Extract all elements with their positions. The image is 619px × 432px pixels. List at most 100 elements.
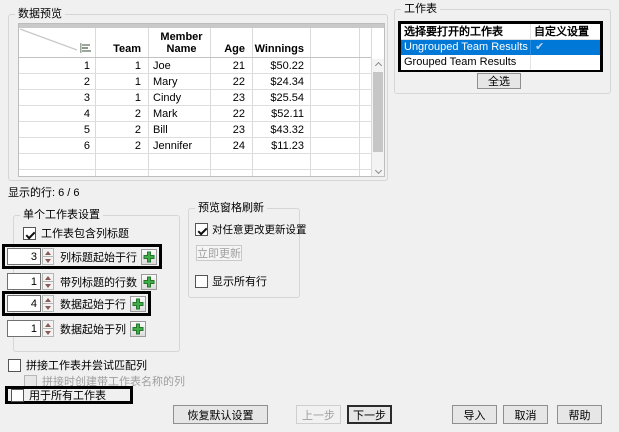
previous-button[interactable]: 上一步 [296,405,341,424]
checkbox-checked-icon[interactable] [195,223,208,236]
headers-start-row-input[interactable]: 3 [7,248,41,265]
worksheet-name: Grouped Team Results [401,55,531,70]
header-row-count-label: 带列标题的行数 [60,276,137,289]
cell-empty [311,58,360,73]
cell-name: Bill [149,122,211,137]
table-empty-row [19,154,384,170]
header-row-count-input[interactable]: 1 [7,273,41,290]
plus-button[interactable] [141,273,157,290]
spinner-down-icon[interactable] [42,282,54,290]
sheet-settings-group-label: 单个工作表设置 [20,209,103,222]
spinner-up-icon[interactable] [42,320,54,329]
header-select-sheets: 选择要打开的工作表 [401,24,531,39]
preview-refresh-group: 预览窗格刷新 对任意更改更新设置 立即更新 显示所有行 [188,202,307,298]
cell-empty [311,106,360,121]
spinner-down-icon[interactable] [42,304,54,312]
data-start-col-spinner[interactable] [42,320,54,337]
concat-sheets-checkbox-row[interactable]: 拼接工作表并尝试匹配列 [8,357,147,373]
cell-age: 22 [211,74,253,89]
col-header-winnings[interactable]: Winnings [253,28,311,57]
all-sheets-checkbox-row[interactable]: 用于所有工作表 [11,387,106,403]
headers-start-row-label: 列标题起始于行 [60,251,137,264]
worksheet-item-ungrouped[interactable]: Ungrouped Team Results ✔ [401,40,600,55]
data-start-row-label: 数据起始于行 [60,298,126,311]
cell-empty [311,138,360,153]
spinner-up-icon[interactable] [42,273,54,282]
show-all-rows-checkbox-row[interactable]: 显示所有行 [195,273,267,289]
spinner-down-icon[interactable] [42,257,54,265]
cell-name: Mary [149,74,211,89]
checkbox-unchecked-icon[interactable] [11,388,24,402]
custom-settings-check-icon: ✔ [535,41,545,53]
table-row[interactable]: 4 2 Mark 22 $52.11 [19,106,384,122]
plus-button[interactable] [130,320,146,337]
table-row[interactable]: 2 1 Mary 22 $24.34 [19,74,384,90]
plus-icon [132,298,144,309]
cell-age: 23 [211,122,253,137]
data-preview-group-label: 数据预览 [15,8,65,21]
plus-icon [143,251,155,262]
scroll-up-icon[interactable] [375,62,382,69]
checkbox-unchecked-icon[interactable] [195,274,208,288]
data-start-col-input[interactable]: 1 [7,320,41,337]
headers-start-row-setting: 3 列标题起始于行 [2,244,162,269]
plus-button[interactable] [130,295,146,312]
row-number: 4 [19,106,96,121]
cell-team: 2 [96,106,149,121]
cell-winnings: $43.32 [253,122,311,137]
table-row[interactable]: 5 2 Bill 23 $43.32 [19,122,384,138]
worksheet-item-grouped[interactable]: Grouped Team Results [401,55,600,70]
checkbox-checked-icon[interactable] [23,226,36,240]
cell-winnings: $11.23 [253,138,311,153]
cell-empty [311,122,360,137]
has-column-headers-label: 工作表包含列标题 [41,228,129,240]
data-start-col-setting: 1 数据起始于列 [2,316,151,341]
import-button[interactable]: 导入 [452,405,497,424]
next-button[interactable]: 下一步 [347,405,392,424]
worksheet-name: Ungrouped Team Results [401,40,531,55]
all-sheets-highlight-box: 用于所有工作表 [5,386,133,404]
col-header-member-name[interactable]: Member Name [149,28,211,57]
cell-age: 22 [211,106,253,121]
cancel-button[interactable]: 取消 [503,405,548,424]
row-number: 6 [19,138,96,153]
checkbox-unchecked-icon[interactable] [8,358,21,372]
update-now-button[interactable]: 立即更新 [196,245,242,261]
cell-empty [311,74,360,89]
worksheet-list-header: 选择要打开的工作表 自定义设置 [401,24,600,40]
restore-defaults-button[interactable]: 恢复默认设置 [173,405,268,424]
col-header-age[interactable]: Age [211,28,253,57]
auto-update-checkbox-row[interactable]: 对任意更改更新设置 [195,222,307,237]
plus-icon [143,276,155,287]
data-preview-table: Team Member Name Age Winnings 1 1 Joe 21… [18,23,385,177]
table-row[interactable]: 1 1 Joe 21 $50.22 [19,58,384,74]
table-header-row: Team Member Name Age Winnings [19,28,384,58]
table-vertical-scrollbar[interactable] [371,28,384,176]
table-row[interactable]: 3 1 Cindy 23 $25.54 [19,90,384,106]
preview-refresh-group-label: 预览窗格刷新 [195,202,267,215]
cell-winnings: $25.54 [253,90,311,105]
col-header-team[interactable]: Team [96,28,149,57]
scrollbar-thumb[interactable] [373,72,383,152]
has-column-headers-checkbox-row[interactable]: 工作表包含列标题 [23,225,129,241]
table-empty-row [19,170,384,176]
table-row[interactable]: 6 2 Jennifer 24 $11.23 [19,138,384,154]
cell-name: Joe [149,58,211,73]
spinner-up-icon[interactable] [42,295,54,304]
header-row-count-spinner[interactable] [42,273,54,290]
headers-start-row-spinner[interactable] [42,248,54,265]
select-all-button[interactable]: 全选 [477,73,521,89]
plus-button[interactable] [141,248,157,265]
worksheets-group-label: 工作表 [401,3,440,16]
help-button[interactable]: 帮助 [557,405,602,424]
plus-icon [132,323,144,334]
scroll-down-icon[interactable] [375,167,382,174]
data-start-row-input[interactable]: 4 [7,295,41,312]
cell-winnings: $52.11 [253,106,311,121]
show-all-rows-label: 显示所有行 [212,276,267,288]
data-start-row-spinner[interactable] [42,295,54,312]
rows-shown-label: 显示的行: 6 / 6 [8,187,80,199]
spinner-up-icon[interactable] [42,248,54,257]
spinner-down-icon[interactable] [42,329,54,337]
cell-team: 1 [96,58,149,73]
